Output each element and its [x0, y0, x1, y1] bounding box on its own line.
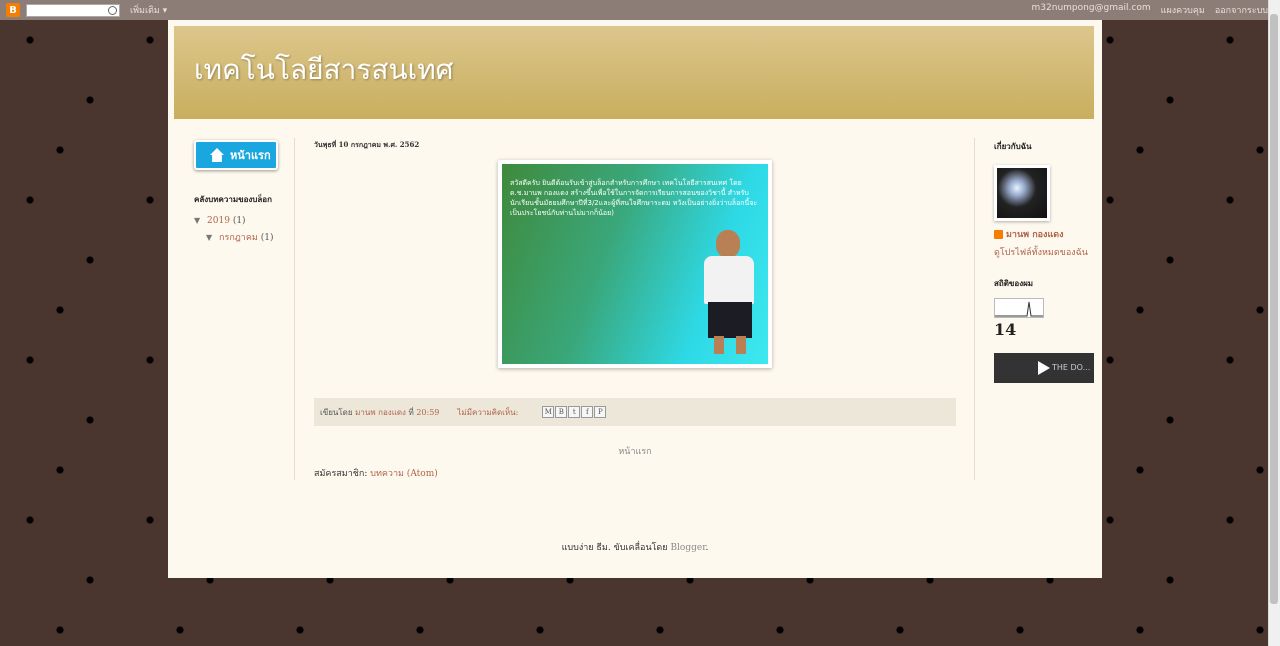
post-time-link[interactable]: 20:59	[416, 408, 439, 417]
post-image-caption: สวัสดีครับ ยินดีต้อนรับเข้าสู่บล็อกสำหรั…	[510, 179, 758, 217]
post-footer: เขียนโดย มานพ กองแดง ที่ 20:59 ไม่มีความ…	[314, 398, 956, 426]
view-full-profile-link[interactable]: ดูโปรไฟล์ทั้งหมดของฉัน	[994, 248, 1088, 258]
blog-title[interactable]: เทคโนโลยีสารสนเทศ	[194, 48, 453, 92]
stats-sparkline	[994, 298, 1044, 318]
archive-title: คลังบทความของบล็อก	[194, 194, 272, 204]
search-icon[interactable]	[108, 5, 117, 15]
posted-by-label: เขียนโดย	[320, 407, 353, 417]
video-title: THE DO...	[1052, 363, 1091, 372]
main-column: วันพุธที่ 10 กรกฎาคม พ.ศ. 2562 สวัสดีครั…	[314, 140, 956, 479]
avatar[interactable]	[997, 168, 1047, 218]
navbar-more-menu[interactable]: เพิ่มเติม ▾	[130, 3, 167, 17]
home-button[interactable]: หน้าแรก	[194, 140, 278, 170]
post-date-header: วันพุธที่ 10 กรกฎาคม พ.ศ. 2562	[314, 140, 420, 149]
footer-end: .	[705, 543, 709, 553]
subscribe-atom-link[interactable]: บทความ (Atom)	[370, 469, 438, 479]
archive-year-row: ▼ 2019 (1)	[194, 216, 284, 226]
blog-header: เทคโนโลยีสารสนเทศ	[174, 26, 1094, 119]
play-icon[interactable]	[1038, 361, 1050, 375]
blogger-navbar: B เพิ่มเติม ▾ m32numpong@gmail.com แผงคว…	[0, 0, 1280, 20]
right-sidebar: เกี่ยวกับฉัน มานพ กองแดง ดูโปรไฟล์ทั้งหม…	[994, 140, 1098, 383]
profile-name-link[interactable]: มานพ กองแดง	[1006, 227, 1064, 241]
about-me-title: เกี่ยวกับฉัน	[994, 141, 1032, 151]
blog-content-outer: เทคโนโลยีสารสนเทศ หน้าแรก คลังบทความของบ…	[168, 20, 1102, 578]
post-image-frame[interactable]: สวัสดีครับ ยินดีต้อนรับเข้าสู่บล็อกสำหรั…	[498, 160, 772, 368]
page-scrollbar[interactable]	[1268, 0, 1280, 646]
footer-attribution: แบบง่าย ธีม. ขับเคลื่อนโดย Blogger.	[168, 540, 1102, 554]
stats-title: สถิติของผม	[994, 278, 1034, 288]
navbar-signout-link[interactable]: ออกจากระบบ	[1215, 3, 1268, 17]
footer-text: แบบง่าย ธีม. ขับเคลื่อนโดย	[561, 543, 668, 553]
email-share-icon[interactable]: M	[542, 406, 555, 418]
column-divider	[974, 138, 975, 480]
profile-name-row: มานพ กองแดง	[994, 227, 1098, 241]
left-sidebar: หน้าแรก คลังบทความของบล็อก ▼ 2019 (1) ▼ …	[194, 140, 284, 244]
scrollbar-thumb[interactable]	[1270, 14, 1278, 604]
facebook-share-icon[interactable]: f	[581, 406, 594, 418]
expand-triangle-icon[interactable]: ▼	[194, 216, 200, 225]
video-thumbnail[interactable]: THE DO...	[994, 353, 1094, 383]
posted-at-label: ที่	[408, 407, 414, 417]
archive-month-row: ▼ กรกฎาคม (1)	[206, 230, 284, 244]
home-button-label: หน้าแรก	[230, 149, 271, 162]
profile-full-link-row: ดูโปรไฟล์ทั้งหมดของฉัน	[994, 247, 1098, 259]
share-buttons: M B t f P	[542, 406, 607, 418]
post-image[interactable]: สวัสดีครับ ยินดีต้อนรับเข้าสู่บล็อกสำหรั…	[502, 164, 768, 364]
archive-month-count: (1)	[260, 233, 274, 243]
blogger-logo-icon[interactable]: B	[6, 3, 20, 17]
archive-year-count: (1)	[232, 216, 246, 226]
home-nav-link[interactable]: หน้าแรก	[314, 444, 956, 458]
profile-avatar-frame[interactable]	[994, 165, 1050, 221]
blogger-mini-icon	[994, 229, 1003, 239]
post-author-link[interactable]: มานพ กองแดง	[355, 406, 406, 419]
pageview-count: 14	[994, 320, 1017, 339]
navbar-dashboard-link[interactable]: แผงควบคุม	[1161, 3, 1205, 17]
navbar-search-input[interactable]	[26, 3, 120, 17]
twitter-share-icon[interactable]: t	[568, 406, 581, 418]
subscribe-row: สมัครสมาชิก: บทความ (Atom)	[314, 466, 438, 480]
post-comments-link[interactable]: ไม่มีความคิดเห็น:	[457, 406, 518, 419]
blogger-footer-link[interactable]: Blogger	[670, 543, 705, 553]
column-divider	[294, 138, 295, 480]
navbar-email: m32numpong@gmail.com	[1031, 3, 1151, 13]
subscribe-label: สมัครสมาชิก:	[314, 469, 368, 479]
house-icon	[210, 148, 224, 162]
pinterest-share-icon[interactable]: P	[594, 406, 607, 418]
student-photo	[698, 230, 764, 360]
archive-month-link[interactable]: กรกฎาคม	[219, 233, 258, 243]
blogthis-share-icon[interactable]: B	[555, 406, 568, 418]
expand-triangle-icon[interactable]: ▼	[206, 233, 212, 242]
archive-year-link[interactable]: 2019	[207, 216, 230, 226]
